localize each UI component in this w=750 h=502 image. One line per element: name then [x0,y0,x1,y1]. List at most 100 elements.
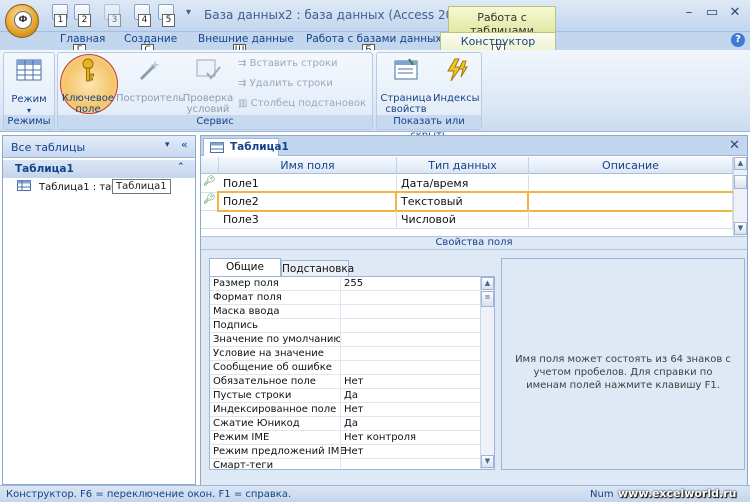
scroll-up-icon[interactable]: ▲ [734,157,747,170]
property-value[interactable]: Да [344,390,358,401]
maximize-icon[interactable]: ▭ [701,4,723,22]
tooltip: Таблица1 [112,179,171,194]
chevron-down-icon[interactable]: ▾ [165,140,170,150]
property-divider [340,305,341,319]
chevron-up-icon[interactable]: ⌃ [177,162,185,172]
table-design-icon [210,142,224,153]
close-icon[interactable]: ✕ [724,4,746,22]
delete-rows-button[interactable]: ⇉ Удалить строки [238,78,333,89]
help-icon[interactable]: ? [731,33,745,47]
check-label-2: условий [186,104,230,115]
field-properties-pane: Общие Подстановка Размер поля 255 Формат п… [201,250,747,486]
property-divider [340,431,341,445]
insert-rows-icon: ⇉ [238,58,247,69]
keytip-badge: 3 [108,14,121,27]
property-row[interactable]: Значение по умолчанию [210,333,480,347]
property-divider [340,445,341,459]
key-field-label-1: Ключевое [61,93,115,104]
property-row[interactable]: Формат поля [210,291,480,305]
description-cell[interactable] [529,175,733,192]
indexes-button[interactable]: Индексы [433,55,480,104]
property-row[interactable]: Пустые строки Да [210,389,480,403]
lookup-column-label: Столбец подстановок [250,98,366,109]
property-row[interactable]: Условие на значение [210,347,480,361]
collapse-pane-icon[interactable]: « [181,138,188,151]
nav-item-table1[interactable]: Таблица1 : таб [17,180,117,193]
description-cell[interactable] [527,191,735,212]
property-value[interactable]: Нет [344,376,364,387]
close-icon[interactable]: ✕ [729,138,740,153]
check-rules-button[interactable]: Проверка условий [181,55,235,115]
property-value[interactable]: 255 [344,278,363,289]
column-header: Описание [529,157,733,174]
builder-button[interactable]: Построитель [116,55,184,104]
qat-dropdown-icon[interactable]: ▾ [186,7,191,18]
property-row[interactable]: Подпись [210,319,480,333]
table-row[interactable]: 🔑︎ Поле2 Текстовый [201,191,735,212]
property-row[interactable]: Режим предложений IME Нет [210,445,480,459]
data-type-cell[interactable]: Дата/время [397,175,529,192]
property-row[interactable]: Сжатие Юникод Да [210,417,480,431]
insert-rows-label: Вставить строки [249,58,338,69]
data-type-cell[interactable]: Числовой [397,211,529,228]
property-divider [340,291,341,305]
table-icon [17,180,31,191]
property-row[interactable]: Обязательное поле Нет [210,375,480,389]
property-divider [340,347,341,361]
delete-rows-icon: ⇉ [238,78,247,89]
properties-scrollbar[interactable]: ▲ ≡ ▼ [480,277,494,469]
property-divider [340,459,341,469]
primary-key-icon: 🔑︎ [203,176,216,187]
table-row[interactable]: 🔑︎ Поле1 Дата/время [201,175,733,193]
nav-header-label: Все таблицы [11,141,86,154]
scroll-thumb[interactable]: ≡ [481,291,494,307]
document-tab-label: Таблица1 [230,141,289,153]
field-name-cell[interactable]: Поле1 [219,175,397,192]
keytip-badge: 1 [54,14,67,27]
indexes-label: Индексы [433,93,480,104]
properties-table: Размер поля 255 Формат поля Маска ввода Подп… [209,276,495,470]
property-sheet-label-2: свойств [385,104,427,115]
key-field-button[interactable]: Ключевое поле [60,55,116,115]
property-label: Режим IME [213,432,270,443]
description-cell[interactable] [529,211,733,228]
lookup-column-button[interactable]: ▥ Столбец подстановок [238,98,366,109]
property-sheet-button[interactable]: Страница свойств [379,55,433,115]
document-tab-bar: Таблица1 ✕ [201,136,747,156]
magic-wand-icon [139,60,160,81]
field-name-cell[interactable]: Поле3 [219,211,397,228]
document-tab[interactable]: Таблица1 [203,138,289,156]
delete-rows-label: Удалить строки [249,78,333,89]
tab-general[interactable]: Общие [209,258,281,276]
property-row[interactable]: Индексированное поле Нет [210,403,480,417]
scroll-down-icon[interactable]: ▼ [481,455,494,468]
column-header: Тип данных [397,157,529,174]
field-name-cell[interactable]: Поле2 [217,191,399,212]
scroll-down-icon[interactable]: ▼ [734,222,747,235]
grid-scrollbar[interactable]: ▲ ▼ [733,157,747,236]
insert-rows-button[interactable]: ⇉ Вставить строки [238,58,338,69]
property-label: Сжатие Юникод [213,418,300,429]
nav-header[interactable]: Все таблицы ▾ « [3,136,195,158]
property-row[interactable]: Сообщение об ошибке [210,361,480,375]
property-value[interactable]: Нет [344,446,364,457]
property-value[interactable]: Да [344,418,358,429]
office-button[interactable]: Ф [5,4,39,38]
property-value[interactable]: Нет контроля [344,432,416,443]
data-type-cell[interactable]: Текстовый [395,191,531,212]
property-row[interactable]: Смарт-теги [210,459,480,470]
property-row[interactable]: Размер поля 255 [210,277,480,291]
property-divider [340,403,341,417]
property-label: Смарт-теги [213,460,274,470]
table-row[interactable]: Поле3 Числовой [201,211,733,229]
scroll-up-icon[interactable]: ▲ [481,277,494,290]
minimize-icon[interactable]: – [678,4,700,22]
property-value[interactable]: Нет [344,404,364,415]
property-row[interactable]: Маска ввода [210,305,480,319]
property-row[interactable]: Режим IME Нет контроля [210,431,480,445]
table-view-icon [16,59,42,81]
property-label: Обязательное поле [213,376,316,387]
mode-button[interactable]: Режим ▾ [7,55,51,116]
scroll-thumb[interactable] [734,175,747,189]
nav-group-header[interactable]: Таблица1 ⌃ [3,160,195,178]
